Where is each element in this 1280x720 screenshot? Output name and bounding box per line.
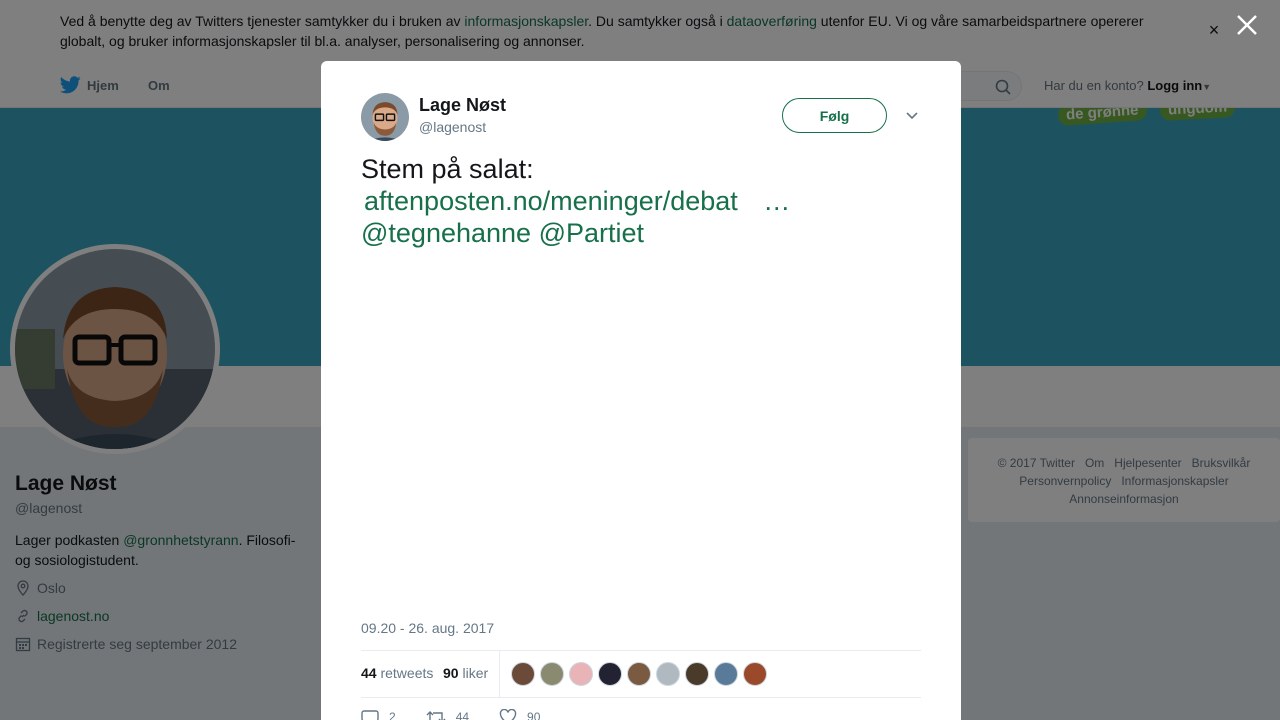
tweet-text: Stem på salat: aftenposten.no/meninger/d…	[361, 153, 921, 249]
reply-button[interactable]: 2	[361, 709, 396, 720]
liker-avatars	[511, 662, 772, 686]
tweet-url-link[interactable]: aftenposten.no/meninger/debat	[364, 186, 738, 216]
tweet-timestamp: 09.20 - 26. aug. 2017	[361, 620, 495, 636]
liker-avatar[interactable]	[627, 662, 651, 686]
liker-avatar[interactable]	[656, 662, 680, 686]
reply-icon	[361, 710, 379, 720]
tweet-mention-link[interactable]: @tegnehanne	[361, 218, 531, 248]
liker-avatar[interactable]	[714, 662, 738, 686]
liker-avatar[interactable]	[685, 662, 709, 686]
like-count[interactable]: 90 liker	[443, 665, 488, 681]
liker-avatar[interactable]	[511, 662, 535, 686]
avatar-photo	[361, 93, 409, 141]
close-icon[interactable]	[1234, 12, 1260, 38]
tweet-author-handle[interactable]: @lagenost	[419, 119, 486, 135]
retweet-count-value: 44	[361, 665, 377, 681]
like-count-label: liker	[462, 665, 489, 681]
like-count-value: 90	[443, 665, 459, 681]
chevron-down-icon[interactable]	[905, 109, 919, 123]
like-button[interactable]: 90	[499, 709, 540, 720]
tweet-url-ellipsis[interactable]: …	[756, 186, 790, 216]
tweet-mention-link[interactable]: @Partiet	[539, 218, 644, 248]
reply-count: 2	[389, 710, 396, 720]
liker-avatar[interactable]	[540, 662, 564, 686]
liker-avatar[interactable]	[569, 662, 593, 686]
liker-avatar[interactable]	[743, 662, 767, 686]
heart-icon	[499, 709, 517, 720]
follow-button[interactable]: Følg	[782, 98, 887, 133]
stats-divider	[499, 651, 500, 697]
retweet-action-count: 44	[455, 710, 470, 720]
tweet-author-avatar[interactable]	[361, 93, 409, 141]
tweet-modal: Lage Nøst @lagenost Følg Stem på salat: …	[321, 61, 961, 720]
retweet-count[interactable]: 44 retweets	[361, 665, 433, 681]
tweet-stats: 44 retweets 90 liker	[361, 650, 921, 698]
tweet-author-name[interactable]: Lage Nøst	[419, 95, 506, 116]
tweet-actions: 2 44 90	[361, 709, 570, 720]
retweet-button[interactable]: 44	[426, 709, 469, 720]
like-action-count: 90	[527, 710, 541, 720]
retweet-count-label: retweets	[380, 665, 434, 681]
retweet-icon	[426, 711, 446, 720]
liker-avatar[interactable]	[598, 662, 622, 686]
tweet-text-body: Stem på salat:	[361, 154, 534, 184]
